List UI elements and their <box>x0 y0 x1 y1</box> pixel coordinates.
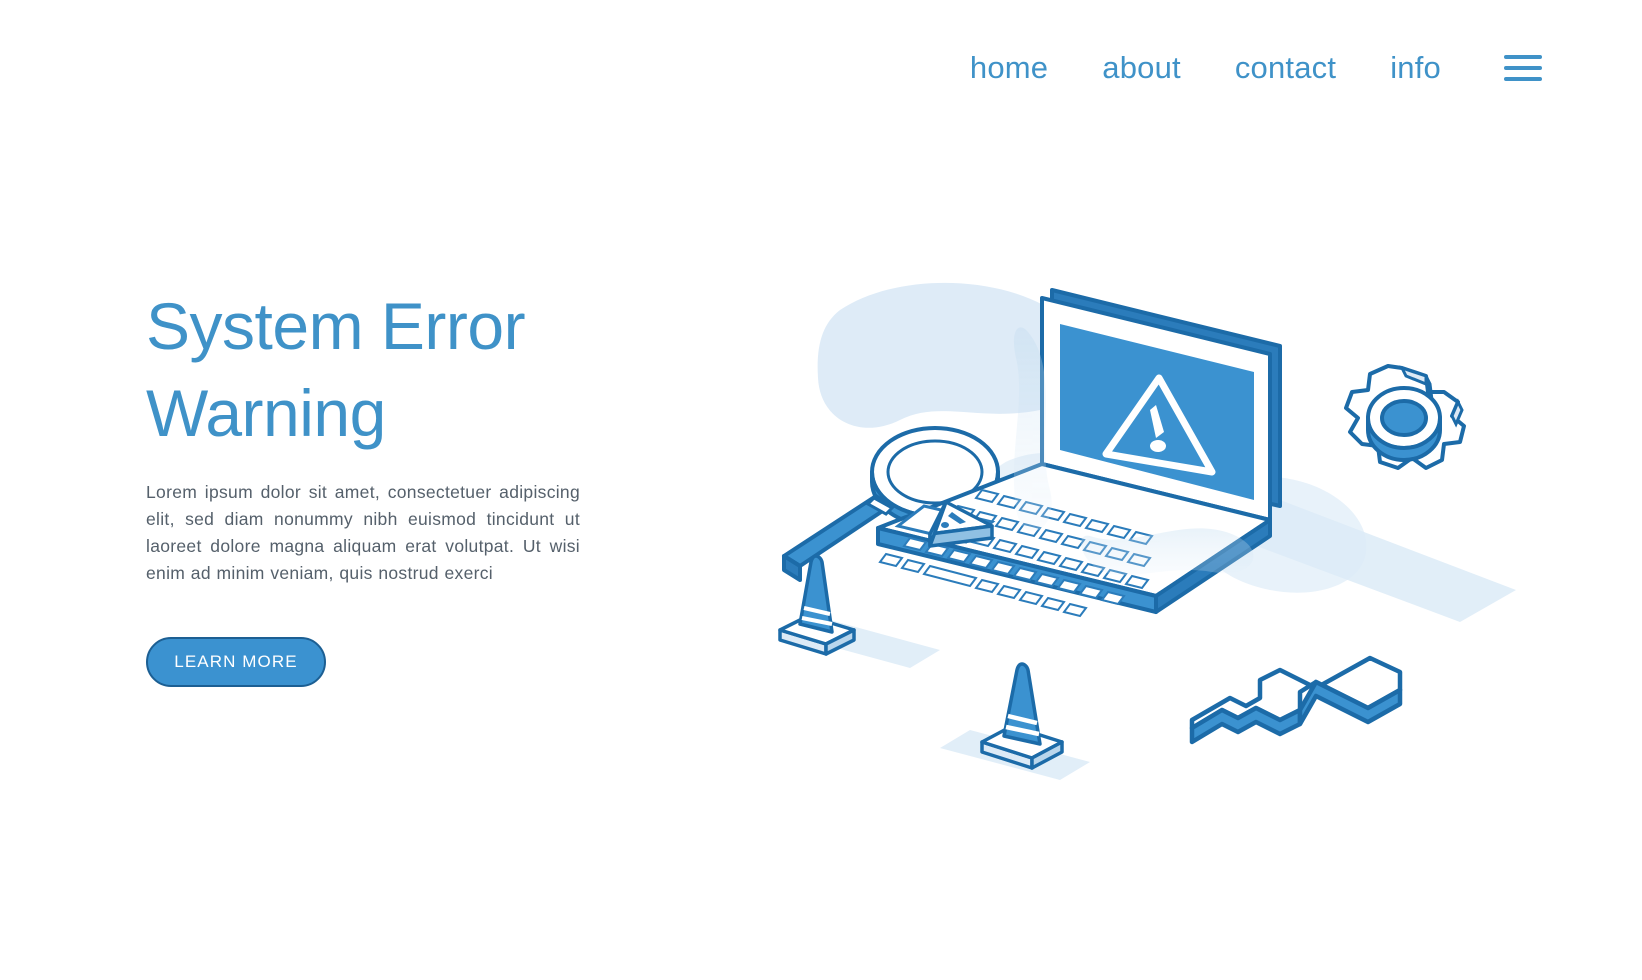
hamburger-line <box>1504 65 1542 70</box>
nav-item-contact[interactable]: contact <box>1208 52 1363 83</box>
landing-page: home about contact info System Error War… <box>0 0 1642 980</box>
wrench-icon <box>1189 655 1403 745</box>
traffic-cone-icon <box>980 662 1064 770</box>
page-title-line-2: Warning <box>146 376 386 451</box>
learn-more-button[interactable]: LEARN MORE <box>146 637 326 688</box>
page-title: System Error Warning <box>146 283 616 457</box>
hamburger-line <box>1504 54 1542 59</box>
top-navigation: home about contact info <box>943 52 1542 83</box>
hero-copy: System Error Warning Lorem ipsum dolor s… <box>146 283 616 688</box>
gear-icon <box>1344 364 1466 470</box>
nav-item-home[interactable]: home <box>943 52 1075 83</box>
hamburger-menu-icon[interactable] <box>1504 54 1542 81</box>
hero-description: Lorem ipsum dolor sit amet, consectetuer… <box>146 482 580 583</box>
illustration-isometric-laptop <box>760 250 1520 810</box>
hamburger-line <box>1504 76 1542 81</box>
nav-item-info[interactable]: info <box>1363 52 1468 83</box>
page-title-line-1: System Error <box>146 289 526 363</box>
nav-item-about[interactable]: about <box>1075 52 1208 83</box>
